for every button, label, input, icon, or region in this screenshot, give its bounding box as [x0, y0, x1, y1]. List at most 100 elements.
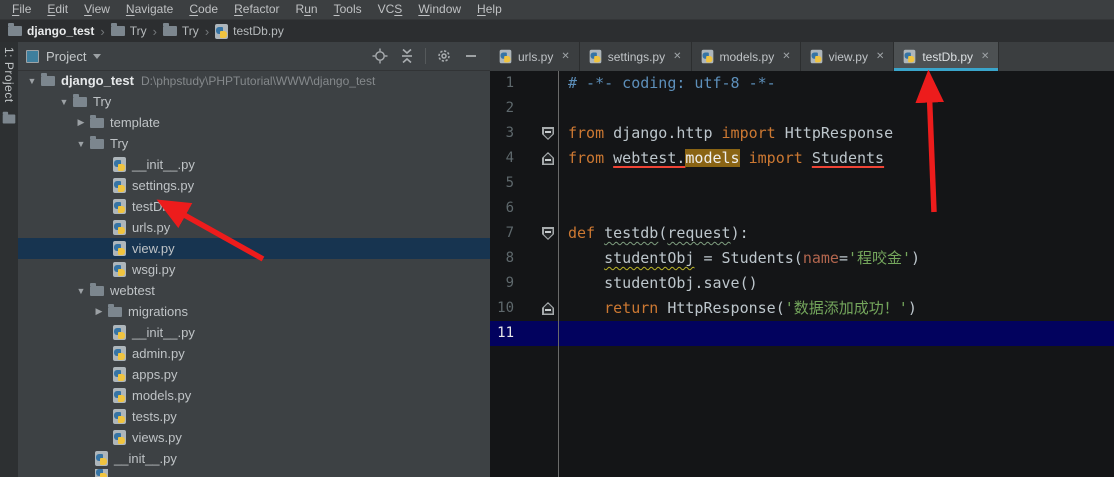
tree-item-urls-py[interactable]: urls.py	[18, 217, 490, 238]
code-line-9[interactable]: 9 studentObj.save()	[490, 271, 1114, 296]
menu-window[interactable]: Window	[410, 0, 469, 19]
collapse-all-icon[interactable]	[398, 47, 416, 65]
code-line-4[interactable]: 4from webtest.models import Students	[490, 146, 1114, 171]
python-file-icon	[95, 469, 108, 477]
python-file-icon	[113, 367, 126, 382]
tab-models-py[interactable]: models.py✕	[692, 42, 801, 71]
code-line-11[interactable]: 11	[490, 321, 1114, 346]
tree-item-label: admin.py	[132, 346, 185, 361]
code-editor[interactable]: 1# -*- coding: utf-8 -*-23from django.ht…	[490, 71, 1114, 477]
tree-item-webtest[interactable]: ▼webtest	[18, 280, 490, 301]
tree-item-label: __init__.py	[132, 157, 195, 172]
line-number: 7	[490, 221, 514, 246]
breadcrumb-item-try[interactable]: Try	[111, 24, 147, 38]
close-icon[interactable]: ✕	[673, 51, 681, 62]
close-icon[interactable]: ✕	[876, 51, 884, 62]
tree-item-view-py[interactable]: view.py	[18, 238, 490, 259]
tree-item-wsgi-py[interactable]: wsgi.py	[18, 259, 490, 280]
chevron-down-icon[interactable]	[93, 54, 101, 59]
tree-item-init-py[interactable]: __init__.py	[18, 448, 490, 469]
code-line-2[interactable]: 2	[490, 96, 1114, 121]
close-icon[interactable]: ✕	[782, 51, 790, 62]
chevron-right-icon[interactable]: ▶	[93, 306, 105, 317]
code-line-1[interactable]: 1# -*- coding: utf-8 -*-	[490, 71, 1114, 96]
gear-icon[interactable]	[435, 47, 453, 65]
line-number: 5	[490, 171, 514, 196]
hide-panel-icon[interactable]	[462, 47, 480, 65]
tab-settings-py[interactable]: settings.py✕	[580, 42, 692, 71]
close-icon[interactable]: ✕	[561, 51, 569, 62]
tree-item-template[interactable]: ▶template	[18, 112, 490, 133]
code-text: studentObj.save()	[568, 271, 758, 296]
code-text: from webtest.models import Students	[568, 146, 884, 171]
breadcrumb-item-django-test[interactable]: django_test	[8, 24, 94, 38]
code-line-6[interactable]: 6	[490, 196, 1114, 221]
menu-navigate[interactable]: Navigate	[118, 0, 181, 19]
fold-start-icon[interactable]	[542, 127, 554, 140]
fold-end-icon[interactable]	[542, 152, 554, 165]
breadcrumb-label: django_test	[27, 24, 94, 38]
menu-view[interactable]: View	[76, 0, 118, 19]
chevron-down-icon[interactable]: ▼	[26, 76, 38, 86]
python-file-icon	[500, 50, 512, 64]
tree-item-try[interactable]: ▼Try	[18, 91, 490, 112]
tree-item-try[interactable]: ▼Try	[18, 133, 490, 154]
breadcrumb-label: Try	[130, 24, 147, 38]
tree-item-init-py[interactable]: __init__.py	[18, 154, 490, 175]
code-line-8[interactable]: 8 studentObj = Students(name='程咬金')	[490, 246, 1114, 271]
menu-help[interactable]: Help	[469, 0, 510, 19]
tree-item-migrations[interactable]: ▶migrations	[18, 301, 490, 322]
code-text: studentObj = Students(name='程咬金')	[568, 246, 920, 271]
chevron-right-icon[interactable]: ▶	[75, 117, 87, 128]
python-file-icon	[113, 388, 126, 403]
menu-code[interactable]: Code	[181, 0, 226, 19]
code-line-10[interactable]: 10 return HttpResponse('数据添加成功！')	[490, 296, 1114, 321]
tab-urls-py[interactable]: urls.py✕	[490, 42, 580, 71]
breadcrumb-label: Try	[182, 24, 199, 38]
tree-item-tests-py[interactable]: tests.py	[18, 406, 490, 427]
code-line-5[interactable]: 5	[490, 171, 1114, 196]
tree-item-models-py[interactable]: models.py	[18, 385, 490, 406]
menu-refactor[interactable]: Refactor	[226, 0, 287, 19]
tab-label: testDb.py	[922, 50, 973, 64]
project-panel-title[interactable]: Project	[46, 49, 86, 64]
folder-icon	[90, 118, 104, 128]
menu-vcs[interactable]: VCS	[370, 0, 411, 19]
breadcrumb: django_test›Try›Try›testDb.py	[0, 20, 1114, 43]
tree-item-admin-py[interactable]: admin.py	[18, 343, 490, 364]
tree-item-django-test[interactable]: ▼django_testD:\phpstudy\PHPTutorial\WWW\…	[18, 70, 490, 91]
tree-item-views-py[interactable]: views.py	[18, 427, 490, 448]
python-file-icon	[113, 325, 126, 340]
tree-item-label: __init__.py	[132, 325, 195, 340]
tree-item-partial[interactable]	[18, 469, 490, 477]
code-line-7[interactable]: 7def testdb(request):	[490, 221, 1114, 246]
tree-item-label: __init__.py	[114, 451, 177, 466]
menu-run[interactable]: Run	[288, 0, 326, 19]
breadcrumb-item-try[interactable]: Try	[163, 24, 199, 38]
python-file-icon	[701, 50, 713, 64]
fold-start-icon[interactable]	[542, 227, 554, 240]
tree-item-init-py[interactable]: __init__.py	[18, 322, 490, 343]
folder-icon	[90, 286, 104, 296]
line-number: 8	[490, 246, 514, 271]
tree-item-apps-py[interactable]: apps.py	[18, 364, 490, 385]
tree-item-settings-py[interactable]: settings.py	[18, 175, 490, 196]
chevron-down-icon[interactable]: ▼	[75, 139, 87, 149]
tab-view-py[interactable]: view.py✕	[801, 42, 895, 71]
tab-testdb-py[interactable]: testDb.py ✕	[894, 42, 999, 71]
tool-window-button-project[interactable]: 1: Project	[2, 47, 16, 103]
menu-edit[interactable]: Edit	[39, 0, 76, 19]
fold-end-icon[interactable]	[542, 302, 554, 315]
breadcrumb-item-testdb-py[interactable]: testDb.py	[215, 24, 284, 39]
tree-item-testdb-py[interactable]: testDb.py	[18, 196, 490, 217]
breadcrumb-separator: ›	[100, 24, 104, 39]
folder-icon	[8, 26, 22, 36]
close-icon[interactable]: ✕	[981, 51, 989, 62]
code-line-3[interactable]: 3from django.http import HttpResponse	[490, 121, 1114, 146]
chevron-down-icon[interactable]: ▼	[58, 97, 70, 107]
chevron-down-icon[interactable]: ▼	[75, 286, 87, 296]
python-file-icon	[113, 346, 126, 361]
menu-tools[interactable]: Tools	[326, 0, 370, 19]
scroll-to-source-icon[interactable]	[371, 47, 389, 65]
menu-file[interactable]: File	[4, 0, 39, 19]
